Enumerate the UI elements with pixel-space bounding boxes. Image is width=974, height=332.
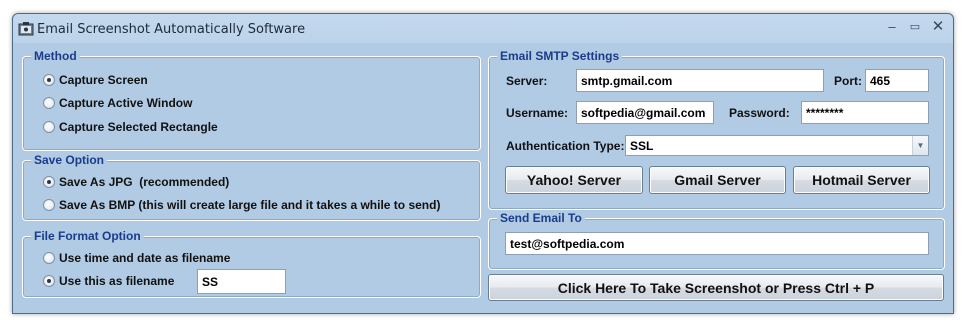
filename-input[interactable]: SS (197, 269, 286, 294)
radio-icon (43, 252, 55, 264)
method-legend: Method (31, 49, 80, 63)
username-input[interactable]: softpedia@gmail.com (576, 101, 714, 124)
radio-icon (43, 176, 55, 188)
auth-type-select[interactable]: SSL ▼ (625, 135, 929, 156)
capture-screen-label: Capture Screen (59, 73, 148, 87)
window-title: Email Screenshot Automatically Software (37, 22, 306, 37)
save-jpg-radio[interactable]: Save As JPG (recommended) (43, 175, 229, 189)
app-icon (18, 22, 34, 36)
custom-filename-radio[interactable]: Use this as filename (43, 274, 174, 288)
take-screenshot-button[interactable]: Click Here To Take Screenshot or Press C… (488, 274, 944, 301)
radio-icon (43, 275, 55, 287)
capture-active-window-radio[interactable]: Capture Active Window (43, 96, 192, 110)
gmail-server-button[interactable]: Gmail Server (649, 166, 786, 194)
password-label: Password: (729, 106, 790, 120)
capture-selected-rectangle-label: Capture Selected Rectangle (59, 120, 218, 134)
save-option-legend: Save Option (31, 153, 108, 167)
capture-selected-rectangle-radio[interactable]: Capture Selected Rectangle (43, 120, 218, 134)
save-bmp-radio[interactable]: Save As BMP (this will create large file… (43, 198, 440, 212)
time-date-filename-label: Use time and date as filename (59, 251, 231, 265)
save-jpg-label: Save As JPG (recommended) (59, 175, 230, 189)
save-bmp-label: Save As BMP (this will create large file… (59, 198, 441, 212)
capture-screen-radio[interactable]: Capture Screen (43, 73, 148, 87)
save-option-group: Save Option Save As JPG (recommended) Sa… (22, 153, 481, 221)
smtp-settings-legend: Email SMTP Settings (497, 49, 623, 63)
auth-type-label: Authentication Type: (506, 139, 625, 153)
server-input[interactable]: smtp.gmail.com (576, 69, 824, 92)
radio-icon (43, 121, 55, 133)
radio-icon (43, 74, 55, 86)
close-button[interactable]: ✕ (927, 18, 949, 36)
time-date-filename-radio[interactable]: Use time and date as filename (43, 251, 230, 265)
minimize-button[interactable]: – (881, 18, 903, 36)
maximize-button[interactable]: ▭ (904, 18, 926, 36)
title-bar[interactable]: Email Screenshot Automatically Software … (13, 14, 953, 44)
file-format-legend: File Format Option (31, 229, 144, 243)
auth-type-value: SSL (630, 138, 654, 153)
hotmail-server-button[interactable]: Hotmail Server (793, 166, 930, 194)
server-label: Server: (506, 74, 548, 88)
custom-filename-label: Use this as filename (59, 274, 175, 288)
send-email-to-group: Send Email To test@softpedia.com (488, 211, 945, 270)
username-label: Username: (506, 106, 569, 120)
password-input[interactable]: ******** (801, 101, 929, 124)
smtp-settings-group: Email SMTP Settings Server: smtp.gmail.c… (488, 49, 945, 210)
method-group: Method Capture Screen Capture Active Win… (22, 49, 481, 151)
port-label: Port: (834, 74, 862, 88)
send-email-to-legend: Send Email To (497, 211, 585, 225)
capture-active-window-label: Capture Active Window (59, 96, 193, 110)
yahoo-server-button[interactable]: Yahoo! Server (505, 166, 643, 194)
app-window: Email Screenshot Automatically Software … (12, 13, 954, 314)
recipient-email-input[interactable]: test@softpedia.com (505, 232, 929, 255)
client-area: Method Capture Screen Capture Active Win… (18, 44, 948, 308)
file-format-group: File Format Option Use time and date as … (22, 229, 481, 298)
port-input[interactable]: 465 (865, 69, 929, 92)
radio-icon (43, 97, 55, 109)
radio-icon (43, 199, 55, 211)
chevron-down-icon[interactable]: ▼ (912, 136, 928, 155)
